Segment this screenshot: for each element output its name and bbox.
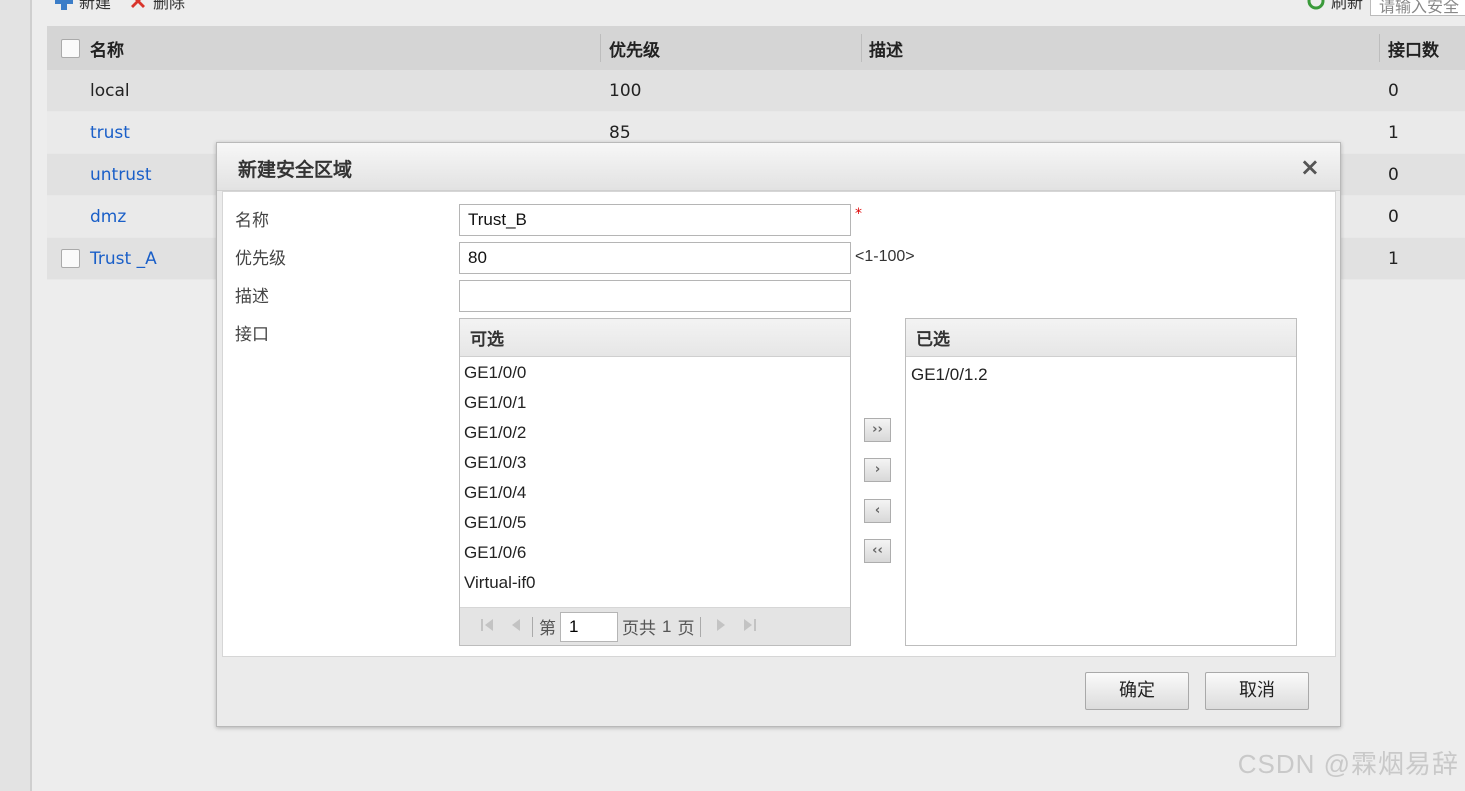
row-checkbox[interactable]	[61, 249, 80, 268]
refresh-button[interactable]: 刷新	[1307, 0, 1363, 12]
pager: 第 页共 1 页	[460, 607, 850, 645]
new-label: 新建	[79, 0, 112, 12]
delete-icon	[129, 0, 147, 10]
row-iface-count: 1	[1388, 122, 1399, 143]
remove-button[interactable]: ‹	[864, 499, 891, 523]
select-all-checkbox[interactable]	[61, 38, 80, 58]
list-item[interactable]: GE1/0/4	[460, 478, 850, 508]
priority-label: 优先级	[235, 249, 286, 269]
column-divider[interactable]	[1379, 34, 1380, 62]
ok-button[interactable]: 确定	[1085, 672, 1189, 710]
row-priority: 85	[609, 122, 631, 143]
page-number-input[interactable]	[560, 611, 618, 642]
interface-label: 接口	[235, 325, 269, 345]
pager-middle: 页共	[622, 619, 656, 639]
pager-total: 1	[662, 616, 672, 636]
selected-interfaces-panel: 已选 GE1/0/1.2	[905, 318, 1297, 646]
pager-divider	[532, 616, 533, 637]
dialog-body: 名称 * 优先级 <1-100> 描述 接口 可选 GE1/0/0 GE1/0/…	[222, 191, 1336, 657]
row-name-link[interactable]: trust	[90, 123, 130, 143]
selected-header: 已选	[906, 319, 1296, 357]
description-label: 描述	[235, 287, 269, 307]
header-name[interactable]: 名称	[90, 36, 124, 61]
row-iface-count: 0	[1388, 206, 1399, 227]
dialog-title-bar[interactable]: 新建安全区域 ×	[217, 143, 1340, 191]
watermark: CSDN @霖烟易辞	[1237, 749, 1459, 779]
available-list: GE1/0/0 GE1/0/1 GE1/0/2 GE1/0/3 GE1/0/4 …	[460, 357, 850, 598]
row-name-link[interactable]: untrust	[90, 165, 152, 185]
refresh-label: 刷新	[1331, 0, 1364, 12]
cancel-button[interactable]: 取消	[1205, 672, 1309, 710]
list-item[interactable]: GE1/0/3	[460, 448, 850, 478]
row-priority: 100	[609, 80, 642, 101]
priority-range-hint: <1-100>	[855, 248, 915, 265]
row-name-link[interactable]: dmz	[90, 207, 126, 227]
delete-button[interactable]: 删除	[129, 0, 185, 12]
list-item[interactable]: GE1/0/2	[460, 418, 850, 448]
header-priority[interactable]: 优先级	[609, 36, 660, 61]
description-field[interactable]	[459, 280, 851, 312]
list-item[interactable]: GE1/0/1.2	[906, 360, 1296, 390]
new-button[interactable]: 新建	[55, 0, 111, 12]
pager-suffix: 页	[677, 619, 695, 639]
column-divider[interactable]	[861, 34, 862, 62]
last-page-icon[interactable]	[739, 617, 759, 637]
left-rail	[0, 0, 32, 791]
header-description[interactable]: 描述	[869, 36, 903, 61]
priority-field[interactable]	[459, 242, 851, 274]
header-iface-count[interactable]: 接口数	[1388, 36, 1439, 61]
available-interfaces-panel: 可选 GE1/0/0 GE1/0/1 GE1/0/2 GE1/0/3 GE1/0…	[459, 318, 851, 646]
row-iface-count: 1	[1388, 248, 1399, 269]
list-item[interactable]: GE1/0/6	[460, 538, 850, 568]
next-page-icon[interactable]	[711, 617, 731, 637]
name-label: 名称	[235, 211, 269, 231]
dialog-footer: 确定 取消	[217, 657, 1340, 727]
row-iface-count: 0	[1388, 164, 1399, 185]
list-item[interactable]: GE1/0/5	[460, 508, 850, 538]
add-all-button[interactable]: ››	[864, 418, 891, 442]
add-button[interactable]: ›	[864, 458, 891, 482]
table-row[interactable]: local 100 0	[47, 70, 1465, 112]
row-name-link[interactable]: Trust _A	[90, 249, 157, 269]
prev-page-icon[interactable]	[506, 617, 526, 637]
new-zone-dialog: 新建安全区域 × 名称 * 优先级 <1-100> 描述 接口 可选 GE1/0…	[216, 142, 1341, 727]
refresh-icon	[1307, 0, 1325, 10]
pager-divider	[700, 616, 702, 637]
search-input[interactable]: 请输入安全	[1370, 0, 1465, 16]
row-iface-count: 0	[1388, 80, 1399, 101]
list-item[interactable]: Virtual-if0	[460, 568, 850, 598]
available-header: 可选	[460, 319, 850, 357]
list-item[interactable]: GE1/0/0	[460, 358, 850, 388]
grid-header: 名称 优先级 描述 接口数	[47, 26, 1465, 70]
dialog-title: 新建安全区域	[238, 159, 353, 181]
first-page-icon[interactable]	[478, 617, 498, 637]
close-icon[interactable]: ×	[1300, 153, 1320, 181]
plus-icon	[55, 0, 73, 10]
row-name: local	[90, 80, 130, 101]
toolbar: 新建 删除 刷新 请输入安全	[47, 0, 1465, 26]
pager-prefix: 第	[539, 619, 556, 639]
required-mark: *	[855, 206, 862, 222]
selected-list: GE1/0/1.2	[906, 357, 1296, 390]
list-item[interactable]: GE1/0/1	[460, 388, 850, 418]
remove-all-button[interactable]: ‹‹	[864, 539, 891, 563]
column-divider[interactable]	[600, 34, 601, 62]
delete-label: 删除	[153, 0, 186, 12]
name-field[interactable]	[459, 204, 851, 236]
